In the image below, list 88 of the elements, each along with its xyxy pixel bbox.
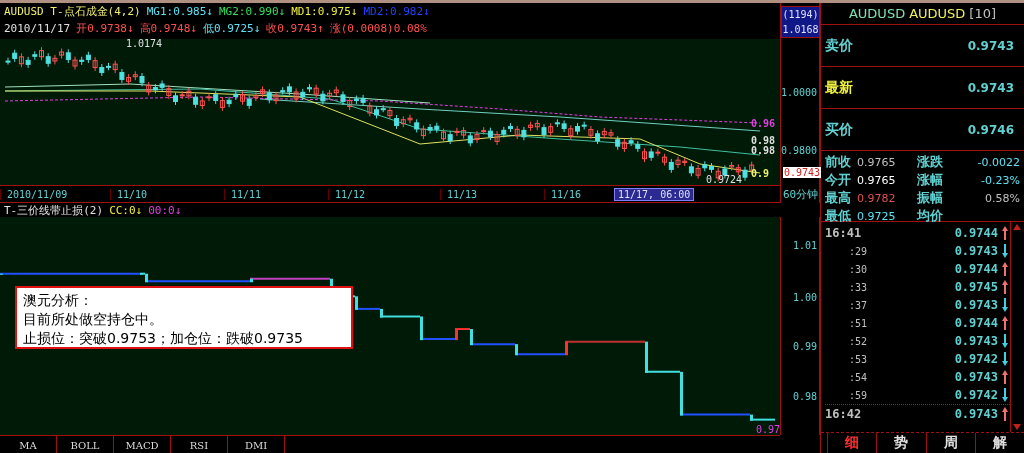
stat-label: 最低 xyxy=(825,207,852,225)
indicator-value: AUDUSD T-点石成金(4,2) xyxy=(4,4,141,19)
symbol-code: AUDUSD xyxy=(848,6,906,21)
tick-price: 0.9745 xyxy=(953,280,998,294)
chart-label: 0.98 xyxy=(751,145,776,156)
stat-value: 0.9765 xyxy=(857,173,896,187)
tick-time: :30 xyxy=(848,263,869,275)
chart-label: 0.9724 xyxy=(706,174,743,185)
scrollbar[interactable] xyxy=(1010,222,1024,432)
symbol-count: [10] xyxy=(969,6,997,21)
last-price-tag: 0.9743 xyxy=(783,167,822,178)
tick-price: 0.9744 xyxy=(953,262,998,276)
indicator-value: MD2:0.982↓ xyxy=(363,5,430,18)
tick-price: 0.9743 xyxy=(953,298,998,312)
axis-label: 1.0000 xyxy=(780,87,817,98)
tick-price: 0.9743 xyxy=(953,244,998,258)
chart-label: 0.96 xyxy=(751,118,776,129)
cursor-time-label: 11/17, 06:00 xyxy=(614,187,695,201)
chart-label: 0.97 xyxy=(756,424,780,435)
price-value: 开0.9738↓ xyxy=(76,21,134,36)
tick-time: :29 xyxy=(848,245,869,257)
stat-label: 振幅 xyxy=(917,189,944,207)
stat-value: -0.23% xyxy=(981,173,1020,187)
date-label: 11/12 xyxy=(328,188,440,200)
axis-label: 1.01 xyxy=(792,240,817,251)
note-text: 止损位：突破0.9753；加仓位：跌破0.9735 xyxy=(23,329,304,348)
chart-label: 1.0174 xyxy=(126,39,163,49)
stat-label: 最高 xyxy=(825,189,852,207)
tick-price: 0.9742 xyxy=(953,388,998,402)
tick-price: 0.9743 xyxy=(953,334,998,348)
tick-time: :54 xyxy=(848,371,869,383)
stat-value: -0.0022 xyxy=(977,155,1020,169)
indicator-value: CC:0↓ xyxy=(109,203,143,217)
tick-price: 0.9744 xyxy=(953,226,998,240)
date-label: 2010/11/09 xyxy=(0,188,110,200)
tick-time: :59 xyxy=(848,389,869,401)
price-value: 低0.9725↓ xyxy=(202,21,261,36)
stat-value: 0.9725 xyxy=(857,209,896,223)
stat-label: 均价 xyxy=(917,207,944,225)
tick-time: :51 xyxy=(848,317,869,329)
axis-label: 0.98 xyxy=(792,391,817,402)
quote-label: 卖价 xyxy=(825,36,853,55)
date-label: 11/13 xyxy=(440,188,544,200)
tick-price: 0.9742 xyxy=(953,352,998,366)
period-label: 60分钟 xyxy=(783,187,819,202)
axis-label: 0.99 xyxy=(792,341,817,352)
date-label: 11/10 xyxy=(110,188,224,200)
quote-label: 买价 xyxy=(825,120,853,139)
scroll-up-icon[interactable] xyxy=(1011,222,1023,232)
indicator-value: MD1:0.975↓ xyxy=(291,5,358,18)
quote-value: 0.9743 xyxy=(967,38,1014,53)
chart-label: 0.98 xyxy=(751,135,776,146)
stat-label: 涨幅 xyxy=(917,171,944,189)
stat-value: 0.9765 xyxy=(857,155,896,169)
quote-value: 0.9743 xyxy=(967,80,1014,95)
bar-count: (1194) xyxy=(782,8,819,22)
chart-label: 0.9 xyxy=(751,168,770,179)
note-text: 目前所处做空持仓中。 xyxy=(23,310,164,329)
stat-value: 0.58% xyxy=(985,191,1020,205)
tick-time: :37 xyxy=(848,299,869,311)
tick-time: :52 xyxy=(848,335,869,347)
quote-label: 最新 xyxy=(825,78,853,97)
date-label: 11/11 xyxy=(224,188,328,200)
indicator-value: T-三价线带止损(2) xyxy=(4,202,104,218)
indicator-value: 00:0↓ xyxy=(148,203,182,217)
tick-time: 16:41 xyxy=(825,226,863,240)
note-title: 澳元分析： xyxy=(23,291,94,310)
price-value: 涨(0.0008)0.08% xyxy=(329,21,427,36)
quote-value: 0.9746 xyxy=(967,122,1014,137)
stat-label: 涨跌 xyxy=(917,153,944,171)
indicator-value: MG2:0.990↓ xyxy=(218,5,286,18)
tick-price: 0.9743 xyxy=(953,370,998,384)
stat-label: 今开 xyxy=(825,171,852,189)
indicator-value: MG1:0.985↓ xyxy=(146,5,213,18)
tick-time: :33 xyxy=(848,281,869,293)
axis-label: 0.9800 xyxy=(780,145,817,156)
price-value: 高0.9748↓ xyxy=(139,21,197,36)
symbol-name: AUDUSD xyxy=(909,6,966,21)
price-value: 2010/11/17 xyxy=(4,22,71,35)
tick-time: :53 xyxy=(848,353,869,365)
tick-price: 0.9744 xyxy=(953,316,998,330)
axis-label: 1.00 xyxy=(792,292,817,303)
cursor-price: 1.0168 xyxy=(782,23,819,37)
tick-time: 16:42 xyxy=(825,406,863,421)
stat-value: 0.9782 xyxy=(857,191,896,205)
price-value: 收0.9743↑ xyxy=(266,21,324,36)
stat-label: 前收 xyxy=(825,153,852,171)
tick-price: 0.9743 xyxy=(953,406,998,421)
